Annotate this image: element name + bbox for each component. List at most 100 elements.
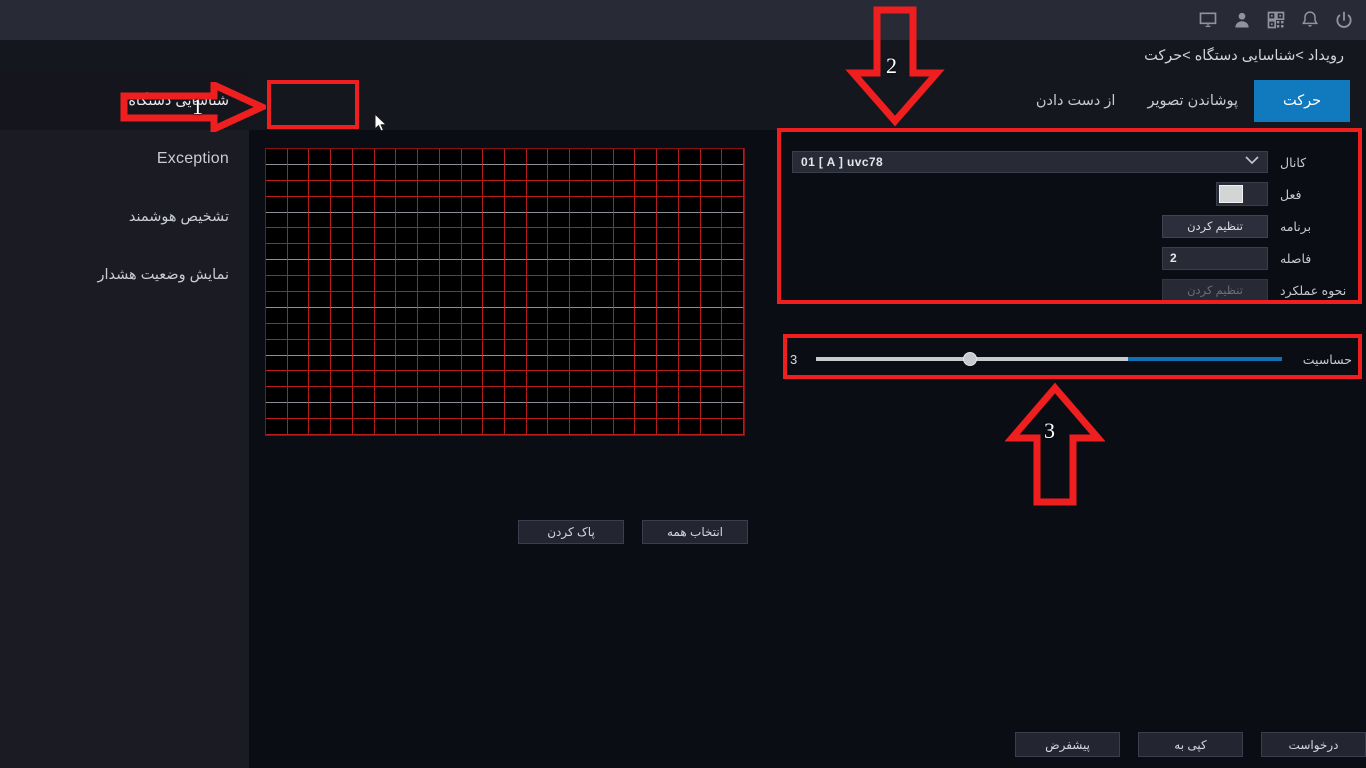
grid-cell[interactable] [396,260,419,277]
grid-cell[interactable] [635,228,658,245]
grid-cell[interactable] [439,355,462,372]
grid-cell[interactable] [352,276,375,292]
grid-cell[interactable] [461,339,484,356]
grid-cell[interactable] [287,228,310,245]
grid-cell[interactable] [548,419,571,435]
grid-cell[interactable] [396,149,419,165]
grid-cell[interactable] [374,196,397,213]
grid-cell[interactable] [722,323,744,340]
grid-cell[interactable] [331,149,353,165]
grid-cell[interactable] [505,196,527,213]
grid-cell[interactable] [526,371,549,388]
grid-cell[interactable] [700,292,723,308]
grid-cell[interactable] [396,371,419,388]
grid-cell[interactable] [439,260,462,277]
grid-cell[interactable] [526,355,549,372]
grid-cell[interactable] [613,149,636,165]
grid-cell[interactable] [483,371,505,388]
grid-cell[interactable] [570,323,592,340]
grid-cell[interactable] [331,276,353,292]
grid-cell[interactable] [483,228,505,245]
grid-cell[interactable] [657,323,679,340]
grid-cell[interactable] [461,355,484,372]
grid-cell[interactable] [722,164,744,181]
grid-cell[interactable] [591,164,614,181]
grid-cell[interactable] [266,180,288,197]
grid-cell[interactable] [635,212,658,229]
grid-cell[interactable] [526,212,549,229]
grid-cell[interactable] [287,149,310,165]
power-icon[interactable] [1334,10,1354,30]
grid-cell[interactable] [613,339,636,356]
grid-cell[interactable] [635,149,658,165]
grid-cell[interactable] [722,180,744,197]
grid-cell[interactable] [526,180,549,197]
grid-cell[interactable] [613,355,636,372]
grid-cell[interactable] [266,419,288,435]
grid-cell[interactable] [331,371,353,388]
grid-cell[interactable] [418,355,440,372]
grid-cell[interactable] [548,323,571,340]
grid-cell[interactable] [439,164,462,181]
grid-cell[interactable] [700,403,723,420]
grid-cell[interactable] [657,292,679,308]
grid-cell[interactable] [461,228,484,245]
grid-cell[interactable] [352,339,375,356]
interval-input[interactable]: 2 [1162,246,1268,270]
grid-cell[interactable] [505,403,527,420]
grid-cell[interactable] [526,339,549,356]
grid-cell[interactable] [461,403,484,420]
grid-cell[interactable] [374,260,397,277]
grid-cell[interactable] [678,244,701,261]
grid-cell[interactable] [678,180,701,197]
grid-cell[interactable] [309,387,332,404]
grid-cell[interactable] [505,323,527,340]
grid-cell[interactable] [461,419,484,435]
grid-cell[interactable] [657,180,679,197]
grid-cell[interactable] [722,419,744,435]
grid-cell[interactable] [287,164,310,181]
grid-cell[interactable] [722,244,744,261]
grid-cell[interactable] [266,149,288,165]
grid-cell[interactable] [266,276,288,292]
grid-cell[interactable] [678,149,701,165]
grid-cell[interactable] [548,196,571,213]
grid-cell[interactable] [591,244,614,261]
user-icon[interactable] [1232,10,1252,30]
sidebar-item-alarm-status[interactable]: نمایش وضعیت هشدار [0,246,249,304]
grid-cell[interactable] [374,387,397,404]
grid-cell[interactable] [570,307,592,324]
grid-cell[interactable] [591,180,614,197]
grid-cell[interactable] [635,339,658,356]
qrcode-icon[interactable] [1266,10,1286,30]
grid-cell[interactable] [635,419,658,435]
grid-cell[interactable] [483,323,505,340]
grid-cell[interactable] [722,307,744,324]
grid-cell[interactable] [613,387,636,404]
grid-cell[interactable] [613,276,636,292]
grid-cell[interactable] [548,244,571,261]
grid-cell[interactable] [461,371,484,388]
grid-cell[interactable] [418,180,440,197]
grid-cell[interactable] [700,387,723,404]
grid-cell[interactable] [461,292,484,308]
grid-cell[interactable] [418,260,440,277]
grid-cell[interactable] [591,403,614,420]
grid-cell[interactable] [678,228,701,245]
grid-cell[interactable] [418,339,440,356]
grid-cell[interactable] [657,164,679,181]
grid-cell[interactable] [266,307,288,324]
grid-cell[interactable] [678,339,701,356]
grid-cell[interactable] [635,307,658,324]
grid-cell[interactable] [657,355,679,372]
sidebar-item-smart-detection[interactable]: تشخیص هوشمند [0,188,249,246]
grid-cell[interactable] [548,149,571,165]
grid-cell[interactable] [526,276,549,292]
grid-cell[interactable] [396,323,419,340]
grid-cell[interactable] [396,307,419,324]
grid-cell[interactable] [657,339,679,356]
grid-cell[interactable] [483,307,505,324]
grid-cell[interactable] [700,180,723,197]
grid-cell[interactable] [722,212,744,229]
grid-cell[interactable] [331,307,353,324]
